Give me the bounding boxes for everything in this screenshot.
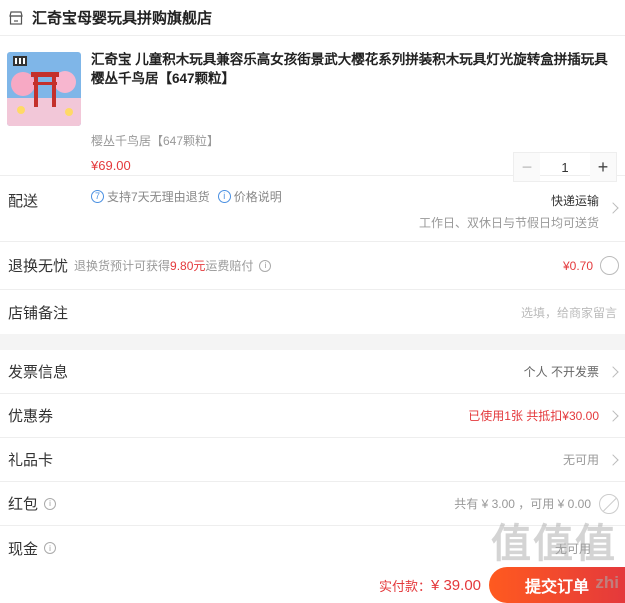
chevron-right-icon [607, 409, 619, 422]
exchange-desc: 退换货预计可获得9.80元运费赔付 [74, 259, 254, 273]
cash-label: 现金 [8, 540, 39, 558]
invoice-label: 发票信息 [8, 364, 69, 381]
remark-label: 店铺备注 [8, 304, 69, 322]
exchange-label: 退换无忧 [8, 258, 69, 275]
product-title[interactable]: 汇奇宝 儿童积木玩具兼容乐高女孩街景武大樱花系列拼装积木玩具灯光旋转盒拼插玩具 … [91, 50, 613, 88]
total-label: 实付款： [378, 578, 431, 594]
shop-icon [8, 10, 24, 26]
redpacket-value: 共有 ¥ 3.00 ，可用 ¥ 0.00 [454, 497, 591, 511]
product-spec: 樱丛千鸟居【647颗粒】 [91, 134, 220, 148]
chevron-right-icon [607, 365, 619, 378]
info-icon[interactable]: i [44, 542, 57, 554]
disabled-icon [599, 493, 619, 514]
info-icon[interactable]: i [259, 259, 272, 272]
delivery-time: 工作日、双休日与节假日均可送货 [418, 216, 599, 230]
shop-header[interactable]: 汇奇宝母婴玩具拼购旗舰店 [0, 0, 625, 36]
giftcard-row[interactable]: 礼品卡 无可用 [0, 438, 625, 482]
exchange-row: 退换无忧 退换货预计可获得9.80元运费赔付 i ¥0.70 [0, 242, 625, 290]
shop-name: 汇奇宝母婴玩具拼购旗舰店 [32, 10, 213, 27]
submit-order-button[interactable]: 提交订单 [489, 567, 625, 603]
exchange-radio[interactable] [600, 256, 619, 275]
remark-row: 店铺备注 选填，给商家留言 [0, 290, 625, 334]
total-value: ¥ 39.00 [430, 576, 481, 594]
section-divider [0, 334, 625, 350]
delivery-row[interactable]: 配送 快递运输 工作日、双休日与节假日均可送货 [0, 176, 625, 242]
info-icon[interactable]: i [44, 497, 57, 510]
remark-input[interactable]: 选填，给商家留言 [521, 304, 617, 321]
redpacket-row: 红包 i 共有 ¥ 3.00 ，可用 ¥ 0.00 [0, 482, 625, 526]
product-image[interactable] [7, 52, 81, 126]
chevron-right-icon [607, 202, 619, 214]
coupon-row[interactable]: 优惠券 已使用1张 共抵扣¥30.00 [0, 394, 625, 438]
product-price: ¥69.00 [91, 158, 131, 173]
coupon-label: 优惠券 [8, 408, 54, 425]
invoice-value: 个人 不开发票 [523, 365, 599, 379]
delivery-method: 快递运输 [550, 194, 599, 208]
giftcard-value: 无可用 [562, 453, 599, 467]
checkout-footer: 实付款： ¥ 39.00 提交订单 [0, 567, 625, 603]
exchange-fee: ¥0.70 [562, 258, 593, 273]
redpacket-label: 红包 [8, 496, 39, 513]
product-card: 汇奇宝 儿童积木玩具兼容乐高女孩街景武大樱花系列拼装积木玩具灯光旋转盒拼插玩具 … [0, 36, 625, 204]
giftcard-label: 礼品卡 [8, 452, 54, 469]
invoice-row[interactable]: 发票信息 个人 不开发票 [0, 350, 625, 394]
cash-value: 无可用 [554, 541, 591, 556]
chevron-right-icon [607, 453, 619, 466]
coupon-value: 已使用1张 共抵扣¥30.00 [468, 409, 599, 423]
delivery-label: 配送 [8, 193, 39, 210]
cash-row: 现金 i 无可用 [0, 526, 625, 570]
